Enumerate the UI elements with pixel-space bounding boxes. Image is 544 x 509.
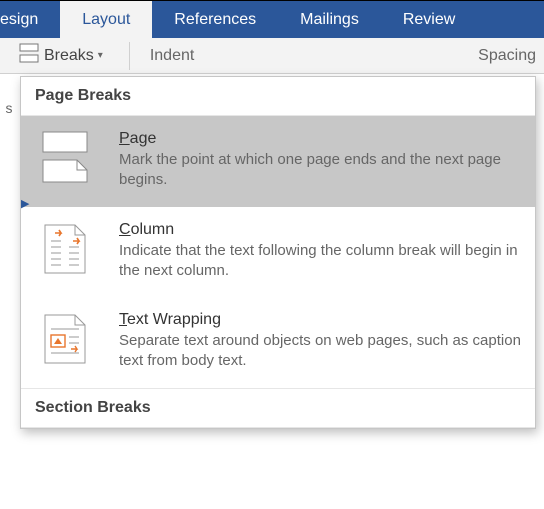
breaks-label: Breaks — [44, 47, 94, 65]
breaks-button[interactable]: Breaks ▾ — [12, 40, 109, 71]
ribbon-row: Breaks ▾ Indent Spacing — [0, 38, 544, 74]
breaks-icon — [18, 42, 40, 69]
break-option-text-wrapping[interactable]: Text Wrapping Separate text around objec… — [21, 297, 535, 388]
indent-group-label: Indent — [150, 47, 194, 65]
break-option-desc: Indicate that the text following the col… — [119, 241, 521, 282]
selection-marker-icon: ▶ — [21, 197, 29, 210]
tab-layout[interactable]: Layout — [60, 1, 152, 38]
ribbon-separator — [129, 42, 130, 70]
spacing-group-label: Spacing — [478, 47, 536, 65]
break-option-column[interactable]: Column Indicate that the text following … — [21, 207, 535, 298]
tab-review[interactable]: Review — [381, 1, 477, 38]
text-wrapping-break-icon — [35, 311, 99, 370]
page-break-icon — [35, 130, 99, 187]
break-option-title: Text Wrapping — [119, 311, 521, 329]
section-breaks-header: Section Breaks — [21, 389, 535, 428]
break-option-page[interactable]: Page Mark the point at which one page en… — [21, 116, 535, 207]
breaks-dropdown: Page Breaks Page Mark the point at which… — [20, 76, 536, 429]
tab-mailings[interactable]: Mailings — [278, 1, 381, 38]
ribbon-tabstrip: esign Layout References Mailings Review — [0, 0, 544, 38]
break-option-desc: Mark the point at which one page ends an… — [119, 150, 521, 191]
dropdown-caret-icon: ▾ — [98, 50, 103, 61]
break-option-desc: Separate text around objects on web page… — [119, 331, 521, 372]
tab-references[interactable]: References — [152, 1, 278, 38]
left-edge-text: s — [0, 100, 18, 116]
break-option-title: Page — [119, 130, 521, 148]
page-breaks-header: Page Breaks — [21, 77, 535, 116]
column-break-icon — [35, 221, 99, 280]
tab-design[interactable]: esign — [0, 1, 60, 38]
break-option-title: Column — [119, 221, 521, 239]
